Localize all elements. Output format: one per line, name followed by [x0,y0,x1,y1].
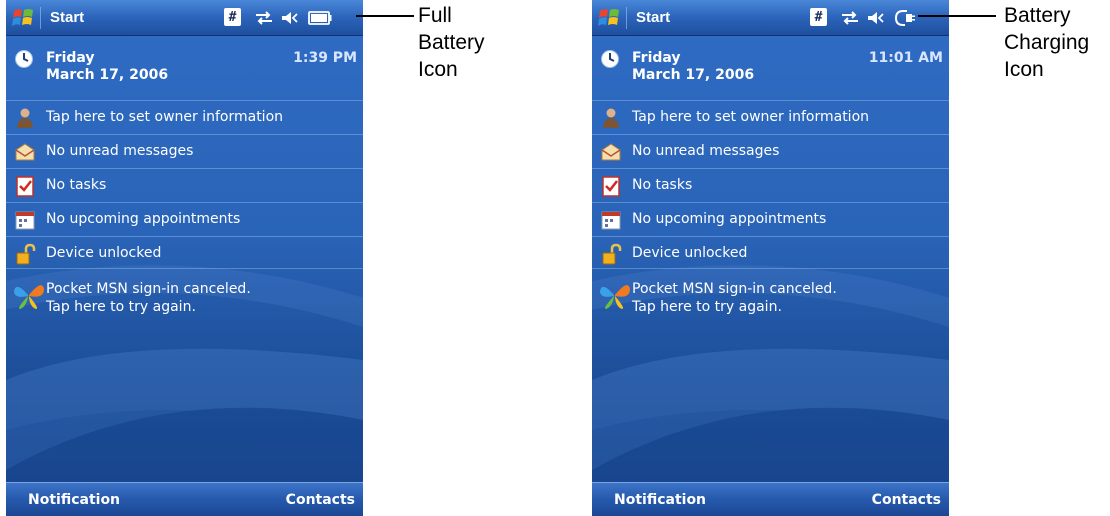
date-label: March 17, 2006 [632,67,755,83]
calendar-icon [15,211,35,230]
time-label: 1:39 PM [293,50,357,66]
device-lock-item[interactable]: Device unlocked [592,236,949,270]
input-panel-icon[interactable]: # [224,8,241,26]
appointments-label: No upcoming appointments [46,211,241,227]
title-bar: Start # [6,0,363,36]
callout-line-full-battery [356,15,414,17]
callout-full-battery-line1: Full [418,4,452,27]
title-separator [626,7,627,29]
msn-signin-item[interactable]: Pocket MSN sign-in canceled. Tap here to… [592,268,949,328]
callout-full-battery-line2: Battery [418,31,485,54]
clock-icon [15,50,33,68]
callout-battery-charging-line3: Icon [1004,58,1044,81]
input-panel-icon[interactable]: # [810,8,827,26]
callout-battery-charging: Battery Charging Icon [1004,2,1089,83]
connectivity-icon[interactable] [840,8,860,28]
day-label: Friday [46,50,95,66]
device-lock-item[interactable]: Device unlocked [6,236,363,270]
envelope-icon [15,143,35,161]
contacts-softkey[interactable]: Contacts [872,492,941,508]
messages-item[interactable]: No unread messages [6,134,363,168]
day-label: Friday [632,50,681,66]
msn-status-label: Pocket MSN sign-in canceled. [632,281,837,297]
appointments-label: No upcoming appointments [632,211,827,227]
date-row[interactable]: Friday March 17, 2006 11:01 AM [592,40,949,98]
time-label: 11:01 AM [868,50,943,66]
device-lock-label: Device unlocked [632,245,748,261]
start-menu-label[interactable]: Start [50,9,84,26]
tasks-item[interactable]: No tasks [6,168,363,202]
tasks-icon [602,176,620,197]
windows-start-icon[interactable] [12,6,34,30]
msn-retry-label: Tap here to try again. [46,299,196,315]
softkey-bar: Notification Contacts [6,482,363,516]
pocketpc-today-screen-right: Start # Friday March 17, 2006 11:01 AM T… [592,0,949,516]
pocketpc-today-screen-left: Start # Friday March 17, 2006 1:39 PM Ta… [6,0,363,516]
owner-info-item[interactable]: Tap here to set owner information [592,100,949,134]
tasks-icon [16,176,34,197]
msn-butterfly-icon [14,285,44,309]
title-separator [40,7,41,29]
device-lock-label: Device unlocked [46,245,162,261]
appointments-item[interactable]: No upcoming appointments [592,202,949,236]
callout-line-battery-charging [918,15,996,17]
msn-status-label: Pocket MSN sign-in canceled. [46,281,251,297]
callout-battery-charging-line2: Charging [1004,31,1090,54]
date-label: March 17, 2006 [46,67,169,83]
speaker-icon[interactable] [866,8,886,28]
owner-info-label: Tap here to set owner information [632,109,870,125]
unlocked-padlock-icon [602,243,622,265]
msn-butterfly-icon [600,285,630,309]
unlocked-padlock-icon [16,243,36,265]
callout-full-battery: Full Battery Icon [418,2,485,83]
owner-icon [17,108,33,128]
callout-battery-charging-line1: Battery [1004,4,1071,27]
clock-icon [601,50,619,68]
date-row[interactable]: Friday March 17, 2006 1:39 PM [6,40,363,98]
tasks-item[interactable]: No tasks [592,168,949,202]
callout-full-battery-line3: Icon [418,58,458,81]
envelope-icon [601,143,621,161]
messages-label: No unread messages [46,143,194,159]
messages-item[interactable]: No unread messages [592,134,949,168]
full-battery-icon[interactable] [308,8,332,28]
notification-softkey[interactable]: Notification [28,492,120,508]
messages-label: No unread messages [632,143,780,159]
owner-info-label: Tap here to set owner information [46,109,284,125]
speaker-icon[interactable] [280,8,300,28]
tasks-label: No tasks [632,177,693,193]
tasks-label: No tasks [46,177,107,193]
battery-charging-icon[interactable] [894,8,916,28]
owner-info-item[interactable]: Tap here to set owner information [6,100,363,134]
connectivity-icon[interactable] [254,8,274,28]
calendar-icon [601,211,621,230]
windows-start-icon[interactable] [598,6,620,30]
msn-signin-item[interactable]: Pocket MSN sign-in canceled. Tap here to… [6,268,363,328]
notification-softkey[interactable]: Notification [614,492,706,508]
appointments-item[interactable]: No upcoming appointments [6,202,363,236]
owner-icon [603,108,619,128]
contacts-softkey[interactable]: Contacts [286,492,355,508]
start-menu-label[interactable]: Start [636,9,670,26]
title-bar: Start # [592,0,949,36]
softkey-bar: Notification Contacts [592,482,949,516]
msn-retry-label: Tap here to try again. [632,299,782,315]
